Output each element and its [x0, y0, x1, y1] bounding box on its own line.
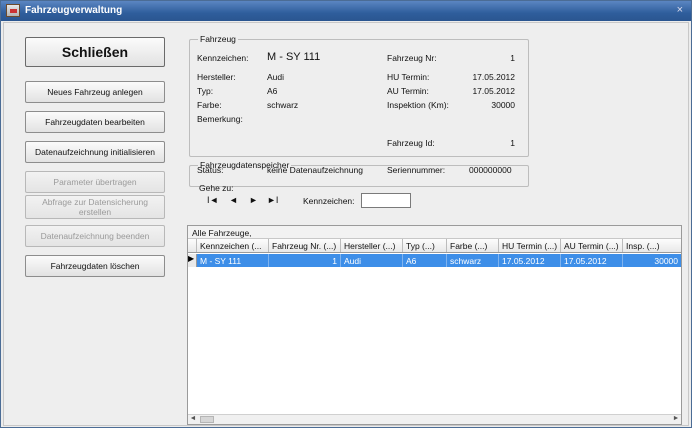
row-indicator-icon: ▶ — [188, 254, 197, 267]
plate-value: M - SY 111 — [267, 51, 321, 63]
vehicle-grid: Alle Fahrzeuge, Kennzeichen (... Fahrzeu… — [187, 225, 682, 425]
col-header-number[interactable]: Fahrzeug Nr. (...) — [269, 239, 341, 252]
storage-status-label: Status: — [197, 165, 224, 175]
hu-label: HU Termin: — [387, 72, 430, 82]
col-header-color[interactable]: Farbe (...) — [447, 239, 499, 252]
col-header-plate[interactable]: Kennzeichen (... — [197, 239, 269, 252]
maker-value: Audi — [267, 72, 285, 82]
table-row[interactable]: ▶ M - SY 111 1 Audi A6 schwarz 17.05.201… — [188, 254, 681, 267]
goto-plate-input[interactable] — [361, 193, 411, 208]
close-button[interactable]: Schließen — [25, 37, 165, 67]
last-record-icon[interactable]: ►I — [267, 195, 278, 205]
end-recording-button[interactable]: Datenaufzeichnung beenden — [25, 225, 165, 247]
color-value: schwarz — [267, 100, 299, 110]
grid-caption: Alle Fahrzeuge, — [188, 226, 681, 239]
maker-label: Hersteller: — [197, 72, 236, 82]
plate-label: Kennzeichen: — [197, 53, 249, 63]
cell-color[interactable]: schwarz — [447, 254, 499, 267]
goto-group — [189, 189, 529, 219]
scroll-thumb[interactable] — [200, 416, 214, 423]
serial-value: 000000000 — [469, 165, 512, 175]
first-record-icon[interactable]: I◄ — [207, 195, 218, 205]
col-header-hu[interactable]: HU Termin (...) — [499, 239, 561, 252]
vehicle-group-legend: Fahrzeug — [198, 34, 238, 44]
number-label: Fahrzeug Nr: — [387, 53, 437, 63]
inspection-value: 30000 — [491, 100, 515, 110]
horizontal-scrollbar[interactable]: ◄ ► — [188, 414, 681, 424]
storage-status-value: keine Datenaufzeichnung — [267, 165, 363, 175]
grid-header: Kennzeichen (... Fahrzeug Nr. (...) Hers… — [188, 239, 681, 253]
scroll-left-icon[interactable]: ◄ — [188, 415, 198, 424]
type-label: Typ: — [197, 86, 214, 96]
app-window: Fahrzeugverwaltung × Schließen Neues Fah… — [0, 0, 692, 428]
number-value: 1 — [510, 53, 515, 63]
col-header-type[interactable]: Typ (...) — [403, 239, 447, 252]
cell-number[interactable]: 1 — [269, 254, 341, 267]
prev-record-icon[interactable]: ◄ — [229, 195, 238, 205]
cell-plate[interactable]: M - SY 111 — [197, 254, 269, 267]
au-value: 17.05.2012 — [472, 86, 515, 96]
cell-hu[interactable]: 17.05.2012 — [499, 254, 561, 267]
transfer-params-button[interactable]: Parameter übertragen — [25, 171, 165, 193]
col-header-maker[interactable]: Hersteller (...) — [341, 239, 403, 252]
cell-type[interactable]: A6 — [403, 254, 447, 267]
next-record-icon[interactable]: ► — [249, 195, 258, 205]
vehicle-id-value: 1 — [510, 138, 515, 148]
delete-vehicle-button[interactable]: Fahrzeugdaten löschen — [25, 255, 165, 277]
hu-value: 17.05.2012 — [472, 72, 515, 82]
cell-maker[interactable]: Audi — [341, 254, 403, 267]
color-label: Farbe: — [197, 100, 222, 110]
backup-query-button[interactable]: Abfrage zur Datensicherung erstellen — [25, 195, 165, 219]
scroll-right-icon[interactable]: ► — [671, 415, 681, 424]
vehicle-id-label: Fahrzeug Id: — [387, 138, 435, 148]
col-header-au[interactable]: AU Termin (...) — [561, 239, 623, 252]
col-header-inspection[interactable]: Insp. (...) — [623, 239, 681, 252]
remark-label: Bemerkung: — [197, 114, 243, 124]
app-icon — [6, 4, 20, 17]
grid-header-corner — [188, 239, 197, 252]
new-vehicle-button[interactable]: Neues Fahrzeug anlegen — [25, 81, 165, 103]
init-recording-button[interactable]: Datenaufzeichnung initialisieren — [25, 141, 165, 163]
title-bar: Fahrzeugverwaltung × — [1, 1, 691, 21]
window-title: Fahrzeugverwaltung — [25, 5, 123, 16]
au-label: AU Termin: — [387, 86, 429, 96]
cell-inspection[interactable]: 30000 — [623, 254, 681, 267]
goto-plate-label: Kennzeichen: — [303, 196, 355, 206]
inspection-label: Inspektion (Km): — [387, 100, 449, 110]
edit-vehicle-button[interactable]: Fahrzeugdaten bearbeiten — [25, 111, 165, 133]
type-value: A6 — [267, 86, 278, 96]
cell-au[interactable]: 17.05.2012 — [561, 254, 623, 267]
goto-legend: Gehe zu: — [199, 183, 234, 193]
serial-label: Seriennummer: — [387, 165, 446, 175]
close-icon[interactable]: × — [677, 4, 683, 16]
